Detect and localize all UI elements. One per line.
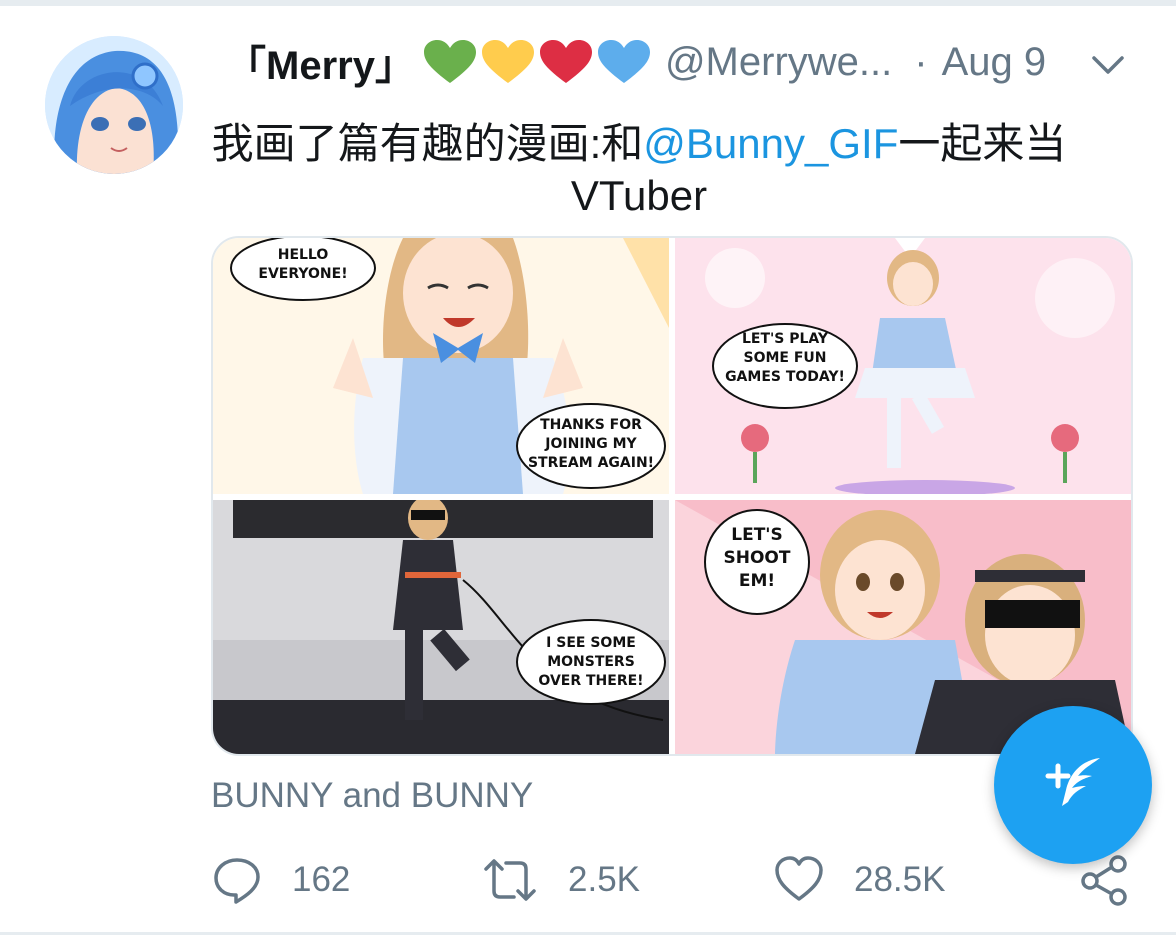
avatar-image — [45, 36, 183, 174]
retweet-icon — [484, 859, 536, 901]
green-heart-icon — [423, 40, 476, 83]
reply-icon — [214, 858, 260, 904]
name-emoji — [423, 39, 655, 85]
like-button[interactable]: 28.5K — [774, 852, 945, 908]
speech-bubble-1: HELLO EVERYONE! — [258, 247, 348, 282]
display-name[interactable]: 「Merry」 — [226, 33, 415, 91]
speech-bubble-3: LET'S PLAY SOME FUN GAMES TODAY! — [725, 331, 845, 385]
media-caption: BUNNY and BUNNY — [211, 776, 534, 815]
chevron-down-icon[interactable] — [1088, 44, 1128, 84]
reply-count: 162 — [292, 860, 351, 899]
mention-link[interactable]: @Bunny_GIF — [643, 120, 898, 167]
tweet-text-before: 我画了篇有趣的漫画:和 — [211, 120, 644, 167]
tweet-date[interactable]: Aug 9 — [942, 40, 1047, 85]
panel-3-art — [213, 500, 669, 754]
speech-bubble-2: THANKS FOR JOINING MY STREAM AGAIN! — [527, 417, 655, 471]
compose-tweet-button[interactable] — [994, 706, 1152, 864]
reply-button[interactable]: 162 — [212, 852, 350, 908]
comic-panel-2: LET'S PLAY SOME FUN GAMES TODAY! — [675, 238, 1131, 494]
blue-heart-icon — [597, 40, 650, 83]
tweet-text: 我画了篇有趣的漫画:和@Bunny_GIF一起来当VTuber — [200, 118, 1078, 222]
tweet-header: 「Merry」 @Merrywe... · Aug 9 — [226, 32, 1046, 92]
user-handle[interactable]: @Merrywe... — [665, 40, 892, 85]
like-count: 28.5K — [854, 860, 946, 899]
header-separator: · — [914, 39, 928, 84]
speech-bubble-4: I SEE SOME MONSTERS OVER THERE! — [538, 635, 644, 689]
retweet-count: 2.5K — [568, 860, 640, 899]
heart-outline-icon — [775, 856, 823, 901]
red-heart-icon — [539, 40, 592, 83]
avatar[interactable] — [45, 36, 183, 174]
top-divider — [0, 0, 1176, 6]
tweet-media[interactable]: HELLO EVERYONE! THANKS FOR JOINING MY ST… — [211, 236, 1133, 756]
comic-panel-3: I SEE SOME MONSTERS OVER THERE! — [213, 500, 669, 754]
yellow-heart-icon — [481, 40, 534, 83]
speech-bubble-5: LET'S SHOOT EM! — [723, 525, 791, 591]
comic-panel-1: HELLO EVERYONE! THANKS FOR JOINING MY ST… — [213, 238, 669, 494]
compose-tweet-icon — [1045, 758, 1100, 806]
retweet-button[interactable]: 2.5K — [482, 852, 640, 908]
